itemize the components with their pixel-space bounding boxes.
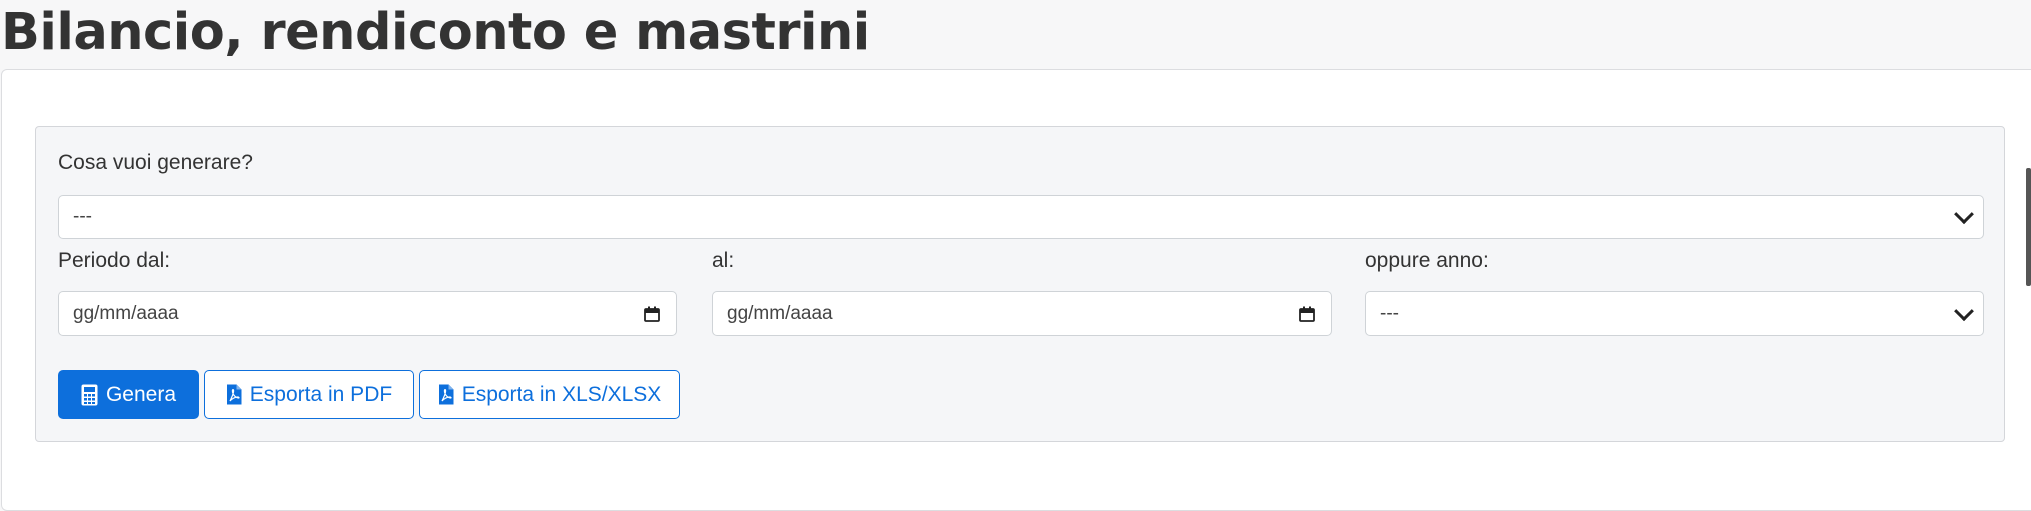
page-title: Bilancio, rendiconto e mastrini [1, 3, 870, 62]
export-xls-button-label: Esporta in XLS/XLSX [461, 382, 662, 406]
year-select[interactable]: --- [1365, 291, 1984, 336]
year-value: --- [1380, 302, 1399, 324]
file-pdf-icon [226, 384, 242, 405]
chevron-down-icon [1954, 204, 1974, 225]
generate-button-label: Genera [105, 382, 177, 406]
generate-button[interactable]: Genera [58, 370, 199, 419]
calendar-icon[interactable] [644, 306, 660, 322]
period-from-placeholder: gg/mm/aaaa [73, 302, 179, 324]
period-to-label: al: [712, 249, 735, 272]
file-pdf-icon [438, 384, 454, 405]
report-type-label: Cosa vuoi generare? [58, 151, 253, 174]
chevron-down-icon [1954, 300, 1974, 321]
scrollbar-thumb[interactable] [2026, 168, 2031, 286]
period-from-label: Periodo dal: [58, 249, 171, 272]
calendar-icon[interactable] [1299, 306, 1315, 322]
export-pdf-button-label: Esporta in PDF [249, 382, 393, 406]
export-xls-button[interactable]: Esporta in XLS/XLSX [419, 370, 680, 419]
export-pdf-button[interactable]: Esporta in PDF [204, 370, 414, 419]
report-type-value: --- [73, 206, 92, 227]
report-type-select[interactable]: --- [58, 195, 1984, 239]
period-to-placeholder: gg/mm/aaaa [727, 302, 833, 324]
year-label: oppure anno: [1365, 249, 1489, 272]
period-from-date-input[interactable]: gg/mm/aaaa [58, 291, 677, 336]
calculator-icon [81, 384, 98, 405]
period-to-date-input[interactable]: gg/mm/aaaa [712, 291, 1332, 336]
